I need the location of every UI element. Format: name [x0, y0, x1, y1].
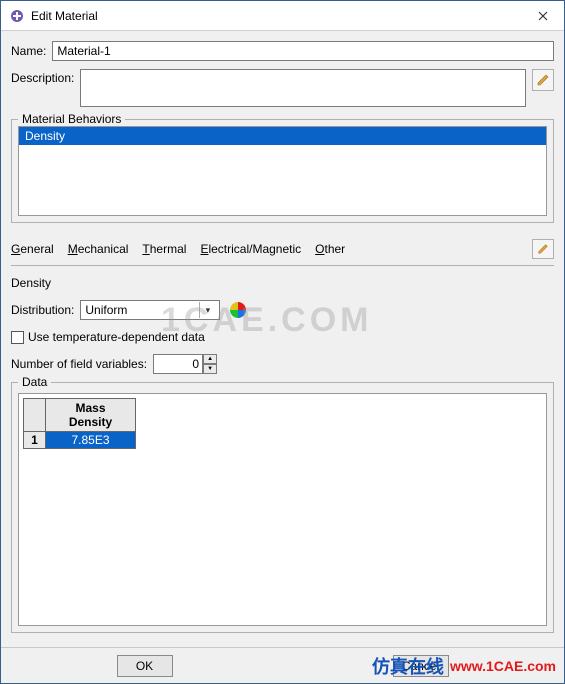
behavior-item-density[interactable]: Density [19, 127, 546, 145]
row-number: 1 [24, 432, 46, 449]
table-row[interactable]: 1 7.85E3 [24, 432, 136, 449]
menu-general[interactable]: General [11, 242, 54, 256]
titlebar: Edit Material [1, 1, 564, 31]
field-vars-input[interactable] [153, 354, 203, 374]
field-vars-label: Number of field variables: [11, 357, 147, 371]
chevron-down-icon: ▾ [199, 302, 215, 318]
menu-thermal[interactable]: Thermal [142, 242, 186, 256]
distribution-row: Distribution: Uniform ▾ [11, 300, 554, 320]
name-input[interactable] [52, 41, 554, 61]
data-table-container: Mass Density 1 7.85E3 [18, 393, 547, 626]
app-icon [9, 8, 25, 24]
distribution-combo[interactable]: Uniform ▾ [80, 300, 220, 320]
behaviors-list[interactable]: Density [18, 126, 547, 216]
behavior-menu: General Mechanical Thermal Electrical/Ma… [11, 233, 554, 263]
description-row: Description: [11, 69, 554, 107]
distribution-label: Distribution: [11, 303, 74, 317]
cell-mass-density[interactable]: 7.85E3 [46, 432, 136, 449]
menu-mechanical[interactable]: Mechanical [68, 242, 129, 256]
material-behaviors-legend: Material Behaviors [18, 112, 125, 126]
edit-material-dialog: Edit Material Name: Description: Materia… [0, 0, 565, 684]
col-mass-density[interactable]: Mass Density [46, 399, 136, 432]
description-input[interactable] [80, 69, 526, 107]
field-vars-row: Number of field variables: ▲ ▼ [11, 354, 554, 374]
name-row: Name: [11, 41, 554, 61]
distribution-value: Uniform [85, 303, 127, 317]
data-legend: Data [18, 375, 51, 389]
edit-description-button[interactable] [532, 69, 554, 91]
dialog-body: Name: Description: Material Behaviors De… [1, 31, 564, 647]
ok-button[interactable]: OK [117, 655, 173, 677]
menu-electrical-magnetic[interactable]: Electrical/Magnetic [200, 242, 301, 256]
material-behaviors-group: Material Behaviors Density [11, 119, 554, 223]
data-table[interactable]: Mass Density 1 7.85E3 [23, 398, 136, 449]
density-section-title: Density [11, 276, 554, 290]
name-label: Name: [11, 44, 46, 58]
menu-other[interactable]: Other [315, 242, 345, 256]
window-title: Edit Material [31, 9, 522, 23]
separator [11, 265, 554, 266]
data-group: Data Mass Density 1 7.85E3 [11, 382, 554, 633]
use-temp-checkbox[interactable] [11, 331, 24, 344]
use-temp-label: Use temperature-dependent data [28, 330, 205, 344]
spin-down-button[interactable]: ▼ [203, 364, 217, 374]
menu-edit-button[interactable] [532, 239, 554, 259]
use-temp-row: Use temperature-dependent data [11, 330, 554, 344]
close-button[interactable] [522, 2, 564, 30]
field-output-icon[interactable] [230, 302, 246, 318]
description-label: Description: [11, 71, 74, 85]
dialog-footer: OK Cancel [1, 647, 564, 683]
spin-up-button[interactable]: ▲ [203, 354, 217, 364]
cancel-button[interactable]: Cancel [393, 655, 449, 677]
field-vars-spinner[interactable]: ▲ ▼ [153, 354, 217, 374]
